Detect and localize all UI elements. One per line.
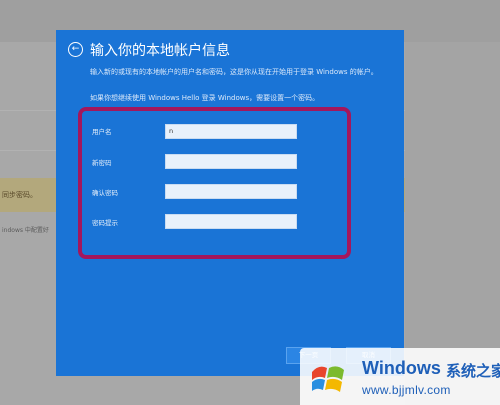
dialog-description: 输入新的或现有的本地帐户的用户名和密码，这是你从现在开始用于登录 Windows… xyxy=(90,68,378,76)
background-warning-text: 同步密码。 xyxy=(2,191,37,199)
background-line-text: indows 中配置好 xyxy=(2,227,49,234)
highlight-box xyxy=(78,107,351,259)
windows-logo-icon xyxy=(312,366,344,392)
watermark-title: Windows xyxy=(362,358,441,378)
windows-hello-note: 如果你想继续使用 Windows Hello 登录 Windows，需要设置一个… xyxy=(90,94,320,102)
back-button[interactable]: ← xyxy=(68,42,83,57)
watermark: Windows 系统之家 www.bjjmlv.com xyxy=(300,348,500,405)
arrow-left-icon: ← xyxy=(71,44,80,54)
watermark-url: www.bjjmlv.com xyxy=(362,383,451,397)
dialog-title: 输入你的本地帐户信息 xyxy=(90,43,230,59)
watermark-title-cn: 系统之家 xyxy=(446,362,500,380)
